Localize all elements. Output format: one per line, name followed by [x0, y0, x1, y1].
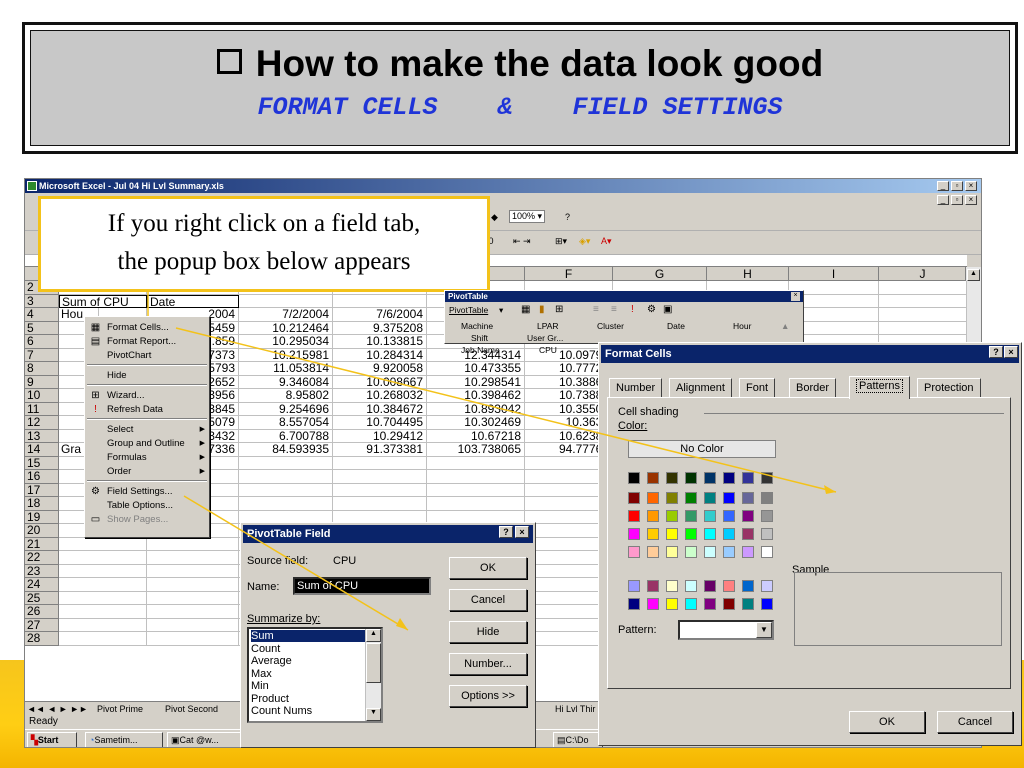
tab-patterns-label: Patterns — [856, 379, 903, 393]
arrow-field-settings-icon — [396, 618, 408, 630]
arrow-format-cells-icon — [824, 485, 836, 494]
connector-field-settings — [183, 495, 409, 631]
tab-patterns[interactable]: Patterns — [849, 376, 910, 399]
connector-format-cells — [175, 327, 837, 493]
